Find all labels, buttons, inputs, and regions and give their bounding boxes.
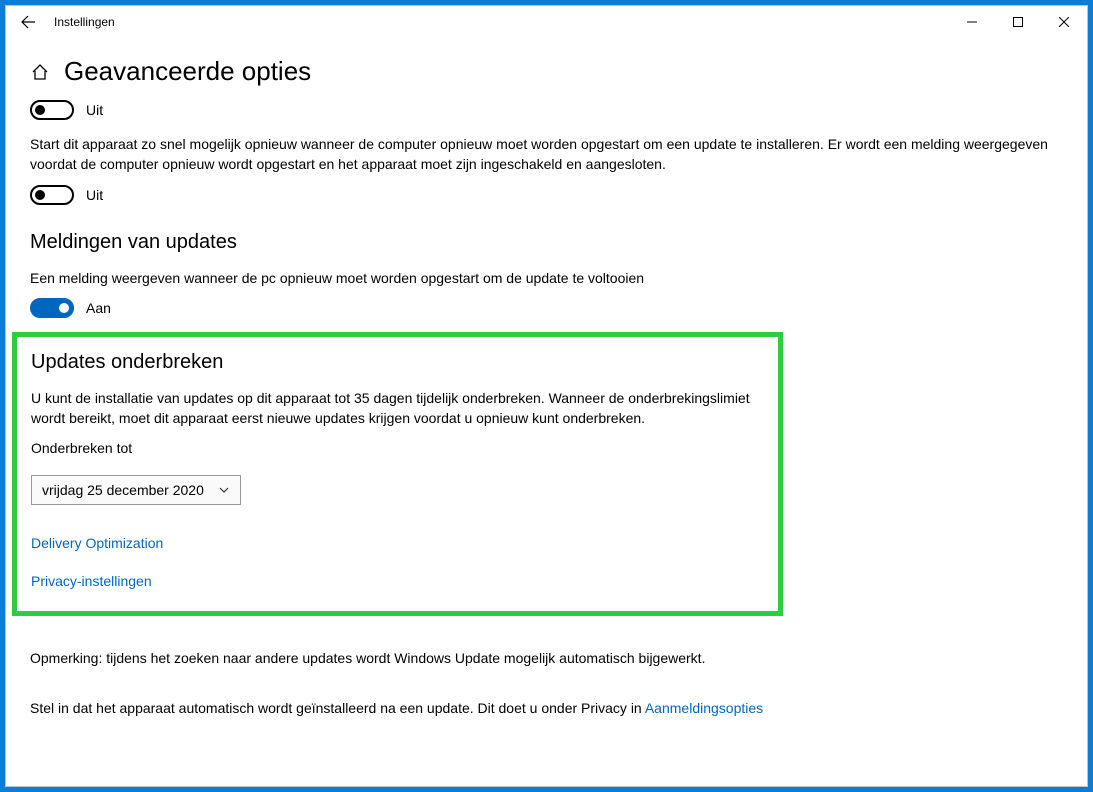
notifications-toggle[interactable]	[30, 298, 74, 318]
settings-window: Instellingen Geavanceerde opties Uit Sta…	[5, 5, 1088, 787]
restart-toggle-label: Uit	[86, 187, 103, 203]
content-area: Uit Start dit apparaat zo snel mogelijk …	[6, 100, 1087, 740]
minimize-button[interactable]	[949, 6, 995, 38]
metered-toggle[interactable]	[30, 100, 74, 120]
metered-toggle-label: Uit	[86, 102, 103, 118]
close-button[interactable]	[1041, 6, 1087, 38]
delivery-optimization-link[interactable]: Delivery Optimization	[31, 535, 764, 551]
house-icon	[31, 63, 49, 81]
chevron-down-icon	[218, 484, 230, 496]
footer-note-1: Opmerking: tijdens het zoeken naar ander…	[30, 650, 1063, 666]
minimize-icon	[967, 17, 977, 27]
close-icon	[1059, 17, 1069, 27]
maximize-button[interactable]	[995, 6, 1041, 38]
pause-description: U kunt de installatie van updates op dit…	[31, 388, 764, 429]
titlebar: Instellingen	[6, 6, 1087, 38]
restart-description: Start dit apparaat zo snel mogelijk opni…	[30, 134, 1063, 175]
window-title: Instellingen	[54, 15, 115, 29]
page-header: Geavanceerde opties	[6, 38, 1087, 100]
footer-note-2-text: Stel in dat het apparaat automatisch wor…	[30, 700, 645, 716]
home-icon[interactable]	[30, 62, 50, 82]
pause-dropdown-value: vrijdag 25 december 2020	[42, 482, 204, 498]
pause-label: Onderbreken tot	[31, 438, 764, 458]
notifications-description: Een melding weergeven wanneer de pc opni…	[30, 268, 1063, 288]
pause-until-dropdown[interactable]: vrijdag 25 december 2020	[31, 475, 241, 505]
page-title: Geavanceerde opties	[64, 56, 311, 87]
back-button[interactable]	[14, 8, 42, 36]
window-controls	[949, 6, 1087, 38]
arrow-left-icon	[20, 14, 36, 30]
metered-toggle-row: Uit	[30, 100, 1063, 120]
footer-note-2: Stel in dat het apparaat automatisch wor…	[30, 700, 1063, 716]
pause-updates-highlight: Updates onderbreken U kunt de installati…	[12, 332, 783, 616]
notifications-toggle-label: Aan	[86, 300, 111, 316]
notifications-toggle-row: Aan	[30, 298, 1063, 318]
pause-heading: Updates onderbreken	[31, 351, 764, 374]
maximize-icon	[1013, 17, 1023, 27]
restart-toggle-row: Uit	[30, 185, 1063, 205]
privacy-settings-link[interactable]: Privacy-instellingen	[31, 573, 764, 589]
notifications-heading: Meldingen van updates	[30, 231, 1063, 254]
restart-toggle[interactable]	[30, 185, 74, 205]
signin-options-link[interactable]: Aanmeldingsopties	[645, 700, 763, 716]
